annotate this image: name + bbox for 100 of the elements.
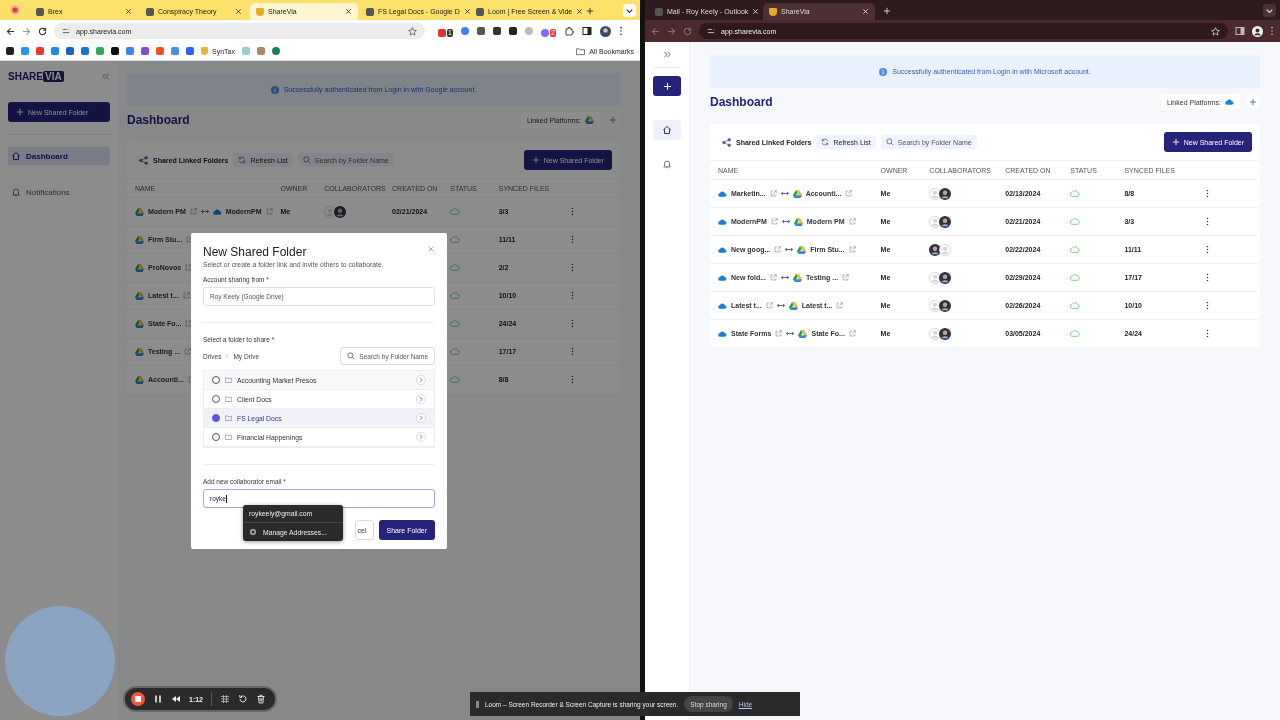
tab-search-icon[interactable] <box>1263 4 1276 17</box>
close-icon[interactable] <box>345 8 352 15</box>
sync-arrows-icon <box>200 209 209 214</box>
info-icon <box>879 67 888 76</box>
reload-icon[interactable] <box>38 26 47 36</box>
close-icon[interactable] <box>125 8 132 15</box>
sync-arrows-icon <box>776 303 785 308</box>
cloud-icon <box>718 301 727 310</box>
avatar-icon <box>939 271 952 284</box>
star-icon[interactable] <box>408 26 417 36</box>
external-link-icon[interactable] <box>186 236 194 243</box>
page-title: Dashboard <box>710 95 774 109</box>
drive-icon <box>135 347 144 356</box>
record-icon[interactable] <box>10 5 20 15</box>
avatar-icon <box>939 299 952 312</box>
plus-icon <box>531 156 540 164</box>
plus-icon <box>1171 138 1180 146</box>
drive-icon <box>135 207 144 216</box>
favicon-icon <box>256 7 264 16</box>
radio-button[interactable] <box>212 414 220 422</box>
grid-icon[interactable] <box>220 694 230 704</box>
cloud-sync-icon <box>1070 245 1081 253</box>
drive-icon <box>788 301 798 310</box>
plus-icon <box>1249 98 1257 106</box>
favicon-icon <box>655 7 663 16</box>
stop-recording-button[interactable] <box>131 692 145 706</box>
cloud-icon <box>1225 98 1234 106</box>
favicon-icon <box>476 7 484 16</box>
nav-item[interactable]: Dashboard <box>8 147 110 165</box>
cloud-sync-icon <box>1070 217 1081 225</box>
drive-icon <box>135 319 144 328</box>
rewind-icon[interactable] <box>171 694 181 704</box>
profile-icon[interactable] <box>1252 25 1263 37</box>
gear-icon <box>249 528 257 536</box>
avatar-icon <box>334 205 347 218</box>
nav-item[interactable] <box>653 120 681 140</box>
profile-avatar-icon[interactable] <box>599 25 611 37</box>
info-icon <box>270 85 279 94</box>
drive-icon <box>135 235 144 244</box>
cloud-icon <box>718 273 727 282</box>
user-icon <box>929 327 942 340</box>
sync-arrows-icon <box>780 191 789 196</box>
side-panel-icon[interactable] <box>1235 26 1245 36</box>
avatar-icon <box>939 215 952 228</box>
side-panel-icon[interactable] <box>581 26 592 36</box>
folder-icon <box>225 415 232 421</box>
user-icon <box>939 243 952 256</box>
cloud-sync-icon <box>450 235 461 243</box>
cloud-sync-icon <box>1070 329 1081 337</box>
pause-icon[interactable] <box>153 694 163 704</box>
cloud-sync-icon <box>450 347 461 355</box>
drag-handle-icon[interactable] <box>476 700 479 708</box>
drive-icon <box>797 245 807 254</box>
cloud-sync-icon <box>1070 273 1081 281</box>
close-icon[interactable] <box>576 8 584 15</box>
browser-menu-icon[interactable] <box>1270 26 1274 36</box>
cloud-sync-icon <box>450 375 461 383</box>
cloud-icon <box>718 189 727 198</box>
user-icon <box>929 187 942 200</box>
drive-icon <box>135 263 144 272</box>
share-icon <box>139 155 148 165</box>
drive-icon <box>793 273 802 282</box>
folder-icon <box>576 46 586 56</box>
user-icon <box>324 205 337 218</box>
bell-icon <box>662 159 672 169</box>
cloud-icon <box>718 217 727 226</box>
refresh-icon <box>238 156 247 164</box>
new-tab-icon[interactable] <box>586 7 594 15</box>
back-icon[interactable] <box>6 26 15 36</box>
avatar-icon <box>939 187 952 200</box>
new-folder-button[interactable] <box>653 76 681 96</box>
user-icon <box>929 271 942 284</box>
expand-icon[interactable] <box>662 50 672 59</box>
site-settings-icon <box>707 27 715 35</box>
cloud-sync-icon <box>450 263 461 271</box>
home-icon <box>662 125 672 135</box>
tab-search-icon[interactable] <box>623 4 636 17</box>
restart-icon[interactable] <box>238 694 248 704</box>
search-icon <box>885 138 894 146</box>
avatar-icon <box>939 327 952 340</box>
home-icon <box>11 151 21 161</box>
cloud-icon <box>212 207 222 216</box>
sync-arrows-icon <box>785 247 794 252</box>
external-link-icon[interactable] <box>185 264 193 271</box>
browser-menu-icon[interactable] <box>618 26 623 36</box>
external-link-icon[interactable] <box>184 348 192 355</box>
external-link-icon[interactable] <box>185 320 193 327</box>
user-icon <box>929 215 942 228</box>
nav-item[interactable]: Notifications <box>8 183 110 201</box>
forward-icon[interactable] <box>667 26 676 36</box>
site-settings-icon <box>62 27 70 35</box>
close-icon[interactable] <box>235 8 242 15</box>
close-icon[interactable] <box>463 8 471 15</box>
folder-icon <box>225 434 232 440</box>
favicon-icon <box>146 7 154 16</box>
plus-icon <box>609 116 617 124</box>
trash-icon[interactable] <box>256 694 266 704</box>
cloud-sync-icon <box>450 291 461 299</box>
forward-icon[interactable] <box>22 26 31 36</box>
shield-icon <box>201 47 208 55</box>
